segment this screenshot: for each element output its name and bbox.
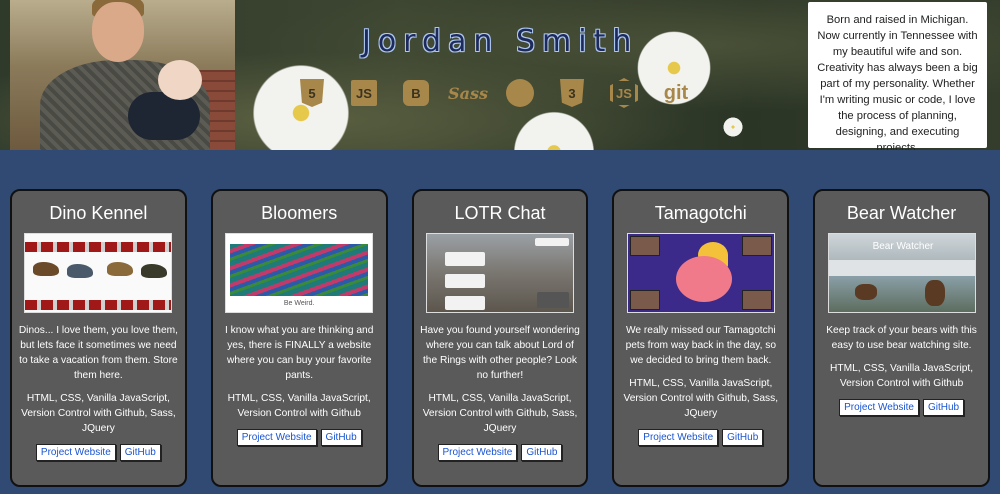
project-card-bloomers: Bloomers Be Weird. I know what you are t… bbox=[210, 189, 388, 487]
project-title: Bear Watcher bbox=[846, 203, 957, 223]
project-title: Bloomers bbox=[261, 203, 338, 223]
project-website-button[interactable]: Project Website bbox=[437, 444, 518, 461]
project-website-button[interactable]: Project Website bbox=[35, 444, 116, 461]
project-website-button[interactable]: Project Website bbox=[638, 429, 719, 446]
project-title: LOTR Chat bbox=[454, 203, 546, 223]
bootstrap-icon: B bbox=[390, 76, 442, 110]
project-cards: Dino Kennel Dinos... I love them, you lo… bbox=[10, 189, 990, 487]
profile-photo bbox=[10, 0, 235, 150]
project-tech-list: HTML, CSS, Vanilla JavaScript, Version C… bbox=[422, 393, 578, 434]
html5-icon: 5 bbox=[286, 76, 338, 110]
project-buttons: Project Website GitHub bbox=[35, 444, 161, 461]
project-website-button[interactable]: Project Website bbox=[839, 399, 919, 416]
github-button[interactable]: GitHub bbox=[320, 429, 362, 446]
project-tech-list: HTML, CSS, Vanilla JavaScript, Version C… bbox=[227, 393, 371, 419]
project-title: Dino Kennel bbox=[49, 203, 148, 223]
project-tech-list: HTML, CSS, Vanilla JavaScript, Version C… bbox=[21, 393, 176, 434]
screenshot-caption: Be Weird. bbox=[283, 300, 315, 307]
project-description: We really missed our Tamagotchi pets fro… bbox=[625, 325, 776, 366]
project-screenshot bbox=[425, 233, 574, 313]
project-buttons: Project Website GitHub bbox=[437, 444, 563, 461]
git-icon: git bbox=[663, 81, 689, 104]
project-screenshot bbox=[626, 233, 775, 313]
project-description: I know what you are thinking and yes, th… bbox=[225, 325, 374, 381]
css3-icon: 3 bbox=[546, 76, 598, 110]
github-button[interactable]: GitHub bbox=[521, 444, 563, 461]
project-tech-list: HTML, CSS, Vanilla JavaScript, Version C… bbox=[623, 378, 779, 419]
project-buttons: Project Website GitHub bbox=[236, 429, 362, 446]
project-card-dino-kennel: Dino Kennel Dinos... I love them, you lo… bbox=[10, 189, 187, 487]
github-button[interactable]: GitHub bbox=[922, 399, 965, 416]
javascript-icon: JS bbox=[338, 76, 390, 110]
site-owner-name: Jordan Smith bbox=[362, 24, 639, 59]
tech-icon-row: 5 JS B Sass 3 JS git bbox=[286, 76, 702, 110]
project-screenshot bbox=[24, 233, 173, 313]
project-card-tamagotchi: Tamagotchi We really missed our Tamagotc… bbox=[612, 189, 790, 487]
project-description: Have you found yourself wondering where … bbox=[420, 325, 580, 381]
project-description: Keep track of your bears with this easy … bbox=[826, 325, 977, 351]
project-title: Tamagotchi bbox=[654, 203, 747, 223]
project-screenshot: Be Weird. bbox=[225, 233, 374, 313]
project-buttons: Project Website GitHub bbox=[839, 399, 965, 416]
github-icon bbox=[494, 76, 546, 110]
project-website-button[interactable]: Project Website bbox=[236, 429, 317, 446]
bio-text: Born and raised in Michigan. Now current… bbox=[808, 2, 987, 150]
project-description: Dinos... I love them, you love them, but… bbox=[18, 325, 178, 381]
project-buttons: Project Website GitHub bbox=[638, 429, 764, 446]
project-tech-list: HTML, CSS, Vanilla JavaScript, Version C… bbox=[830, 363, 974, 389]
github-button[interactable]: GitHub bbox=[722, 429, 764, 446]
sass-icon: Sass bbox=[448, 83, 488, 103]
project-card-bear-watcher: Bear Watcher Bear Watcher Keep track of … bbox=[813, 189, 990, 487]
nodejs-icon: JS bbox=[598, 76, 650, 110]
screenshot-caption: Bear Watcher bbox=[872, 241, 934, 252]
project-card-lotr-chat: LOTR Chat Have you found yourself wonder… bbox=[411, 189, 589, 487]
daisy-flower bbox=[722, 116, 744, 138]
header-banner: Jordan Smith 5 JS B Sass 3 JS git Born a… bbox=[0, 0, 1000, 150]
project-screenshot: Bear Watcher bbox=[827, 233, 976, 313]
github-button[interactable]: GitHub bbox=[119, 444, 161, 461]
